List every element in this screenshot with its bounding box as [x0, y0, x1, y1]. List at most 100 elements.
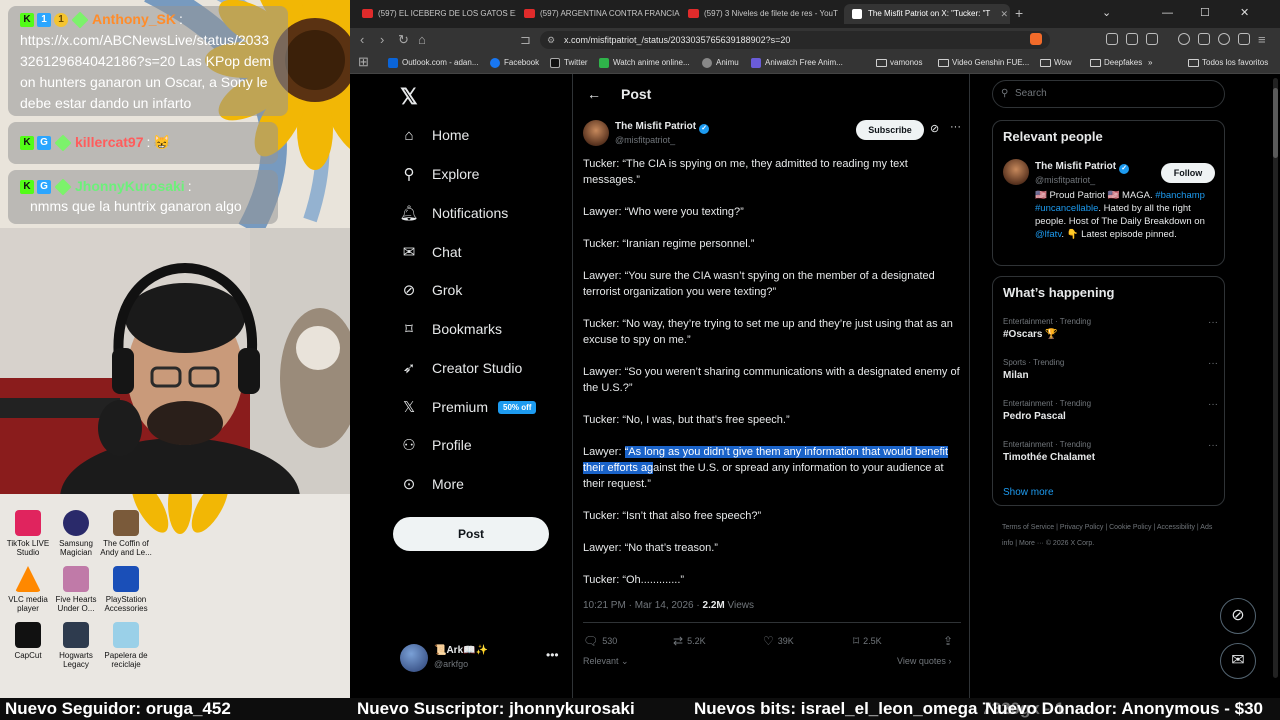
scrollbar-thumb[interactable] [1273, 88, 1278, 158]
trend-item[interactable]: Entertainment · Trending Timothée Chalame… [1003, 440, 1218, 472]
trend-item[interactable]: Entertainment · Trending #Oscars 🏆 ··· [1003, 317, 1218, 349]
browser-tab[interactable]: (597) 3 Niveles de filete de res - YouT [680, 4, 842, 24]
back-arrow-icon[interactable]: ← [587, 86, 601, 102]
music-icon[interactable] [1178, 33, 1190, 45]
footer-links[interactable]: Terms of Service | Privacy Policy | Cook… [1002, 520, 1217, 552]
chat-username[interactable]: killercat97 [75, 132, 144, 153]
messages-fab-button[interactable]: ✉ [1220, 643, 1256, 679]
brave-shield-icon[interactable] [1030, 33, 1042, 45]
grok-fab-button[interactable]: ⊘ [1220, 598, 1256, 634]
nav-explore[interactable]: ⚲ Explore [400, 160, 480, 188]
nav-premium[interactable]: 𝕏 Premium 50% off [400, 393, 537, 421]
trend-item[interactable]: Sports · Trending Milan ··· [1003, 358, 1218, 390]
browser-tab[interactable]: (597) ARGENTINA CONTRA FRANCIA [516, 4, 680, 24]
x-logo-icon[interactable]: 𝕏 [400, 84, 418, 110]
bookmark-folder[interactable]: Todos los favoritos [1188, 52, 1268, 74]
desktop-icon[interactable]: The Coffin of Andy and Le... [98, 510, 154, 557]
close-tab-icon[interactable]: ✕ [1000, 4, 1008, 24]
sort-replies-dropdown[interactable]: Relevant ⌄ [583, 656, 629, 667]
desktop-icon[interactable]: Hogwarts Legacy [48, 622, 104, 669]
tab-search-icon[interactable]: ⌄ [1102, 4, 1111, 22]
url-field[interactable]: ⚙ x.com/misfitpatriot_/status/2033035765… [540, 31, 1050, 49]
like-button[interactable]: ♡ 39K [763, 634, 794, 648]
bookmark-folder[interactable]: vamonos [876, 52, 922, 74]
subscribe-button[interactable]: Subscribe [856, 120, 924, 140]
view-quotes-link[interactable]: View quotes › [897, 656, 951, 666]
extension-icon[interactable] [1106, 33, 1118, 45]
folder-icon [1090, 59, 1101, 67]
close-window-icon[interactable]: ✕ [1240, 4, 1249, 22]
desktop-icon[interactable]: PlayStation Accessories [98, 566, 154, 613]
desktop-icon[interactable]: Papelera de reciclaje [98, 622, 154, 669]
back-icon[interactable]: ‹ [360, 32, 364, 48]
nav-more[interactable]: ⊙ More [400, 470, 464, 498]
bookmark-item[interactable]: Watch anime online... [599, 52, 690, 74]
author-handle[interactable]: @misfitpatriot_ [615, 135, 675, 145]
minimize-icon[interactable]: — [1162, 4, 1173, 22]
more-dots-icon[interactable]: ••• [546, 648, 559, 662]
vpn-icon[interactable] [1238, 33, 1250, 45]
site-settings-icon[interactable]: ⚙ [547, 31, 555, 49]
person-name[interactable]: The Misfit Patriot ✓ [1035, 161, 1130, 174]
menu-icon[interactable]: ≡ [1258, 32, 1266, 48]
bookmark-folder[interactable]: Video Genshin FUE... [938, 52, 1029, 74]
bookmark-folder[interactable]: Wow [1040, 52, 1072, 74]
bookmark-page-icon[interactable]: ⊐ [520, 32, 531, 48]
nav-chat[interactable]: ✉ Chat [400, 238, 462, 266]
more-dots-icon[interactable]: ··· [1208, 317, 1218, 328]
extension-icon[interactable] [1146, 33, 1158, 45]
scrollbar[interactable] [1273, 78, 1278, 678]
repost-button[interactable]: ⇄ 5.2K [673, 634, 706, 648]
more-dots-icon[interactable]: ··· [1208, 399, 1218, 410]
nav-creator-studio[interactable]: ➶ Creator Studio [400, 354, 523, 382]
more-options-icon[interactable]: ··· [950, 121, 961, 133]
reply-button[interactable]: 🗨︎ 530 [583, 634, 617, 648]
follow-button[interactable]: Follow [1161, 163, 1215, 183]
more-dots-icon[interactable]: ··· [1208, 440, 1218, 451]
chat-username[interactable]: JhonnyKurosaki [75, 176, 185, 197]
author-name[interactable]: The Misfit Patriot ✓ [615, 121, 710, 134]
show-more-link[interactable]: Show more [1003, 487, 1054, 498]
mention-link[interactable]: @lfatv [1035, 229, 1061, 240]
search-placeholder: Search [1015, 88, 1047, 99]
browser-tab-active[interactable]: The Misfit Patriot on X: "Tucker: "T ✕ [844, 4, 1010, 24]
apps-grid-icon[interactable]: ⊞ [358, 54, 369, 70]
nav-profile[interactable]: ⚇ Profile [400, 431, 471, 459]
chat-message-3: K G JhonnyKurosaki : nmms que la huntrix… [8, 170, 278, 224]
trend-item[interactable]: Entertainment · Trending Pedro Pascal ··· [1003, 399, 1218, 431]
reload-icon[interactable]: ↻ [398, 32, 409, 48]
post-timestamp[interactable]: 10:21 PM · Mar 14, 2026 · [583, 600, 703, 611]
bookmark-item[interactable]: Animu [702, 52, 739, 74]
home-icon[interactable]: ⌂ [418, 32, 426, 48]
author-avatar[interactable] [583, 120, 609, 146]
new-tab-icon[interactable]: + [1015, 4, 1023, 22]
post-button[interactable]: Post [393, 517, 549, 551]
bookmark-item[interactable]: Facebook [490, 52, 539, 74]
nav-grok[interactable]: ⊘ Grok [400, 276, 463, 304]
bookmarks-overflow-icon[interactable]: » [1148, 52, 1152, 74]
wallet-icon[interactable] [1198, 33, 1210, 45]
bookmark-button[interactable]: ⌑ 2.5K [853, 634, 882, 648]
maximize-icon[interactable]: ☐ [1200, 4, 1210, 22]
desktop-icon[interactable]: Samsung Magician [48, 510, 104, 557]
bookmark-item[interactable]: Aniwatch Free Anim... [751, 52, 843, 74]
bookmark-folder[interactable]: Deepfakes [1090, 52, 1142, 74]
person-bio: 🇺🇸 Proud Patriot 🇺🇸 MAGA. #banchamp #unc… [1035, 189, 1221, 241]
bookmark-item[interactable]: Outlook.com - adan... [388, 52, 478, 74]
ai-icon[interactable] [1218, 33, 1230, 45]
share-button[interactable]: ⇪ [943, 634, 957, 648]
grok-explain-icon[interactable]: ⊘ [930, 122, 939, 135]
account-switcher[interactable]: 📜Ark📖✨ @arkfgo ••• [400, 642, 560, 674]
avatar[interactable] [1003, 159, 1029, 185]
nav-bookmarks[interactable]: ⌑ Bookmarks [400, 315, 502, 343]
chat-username[interactable]: Anthony_SK [92, 9, 176, 30]
more-dots-icon[interactable]: ··· [1208, 358, 1218, 369]
forward-icon[interactable]: › [380, 32, 384, 48]
search-input[interactable]: ⚲ Search [992, 80, 1225, 108]
nav-notifications[interactable]: 🔔︎ Notifications [399, 199, 508, 227]
extension-icon[interactable] [1126, 33, 1138, 45]
browser-tab[interactable]: (597) EL ICEBERG DE LOS GATOS EXP [354, 4, 516, 24]
nav-home[interactable]: ⌂ Home [400, 121, 469, 149]
bookmark-item[interactable]: Twitter [550, 52, 588, 74]
desktop-icon[interactable]: Five Hearts Under O... [48, 566, 104, 613]
